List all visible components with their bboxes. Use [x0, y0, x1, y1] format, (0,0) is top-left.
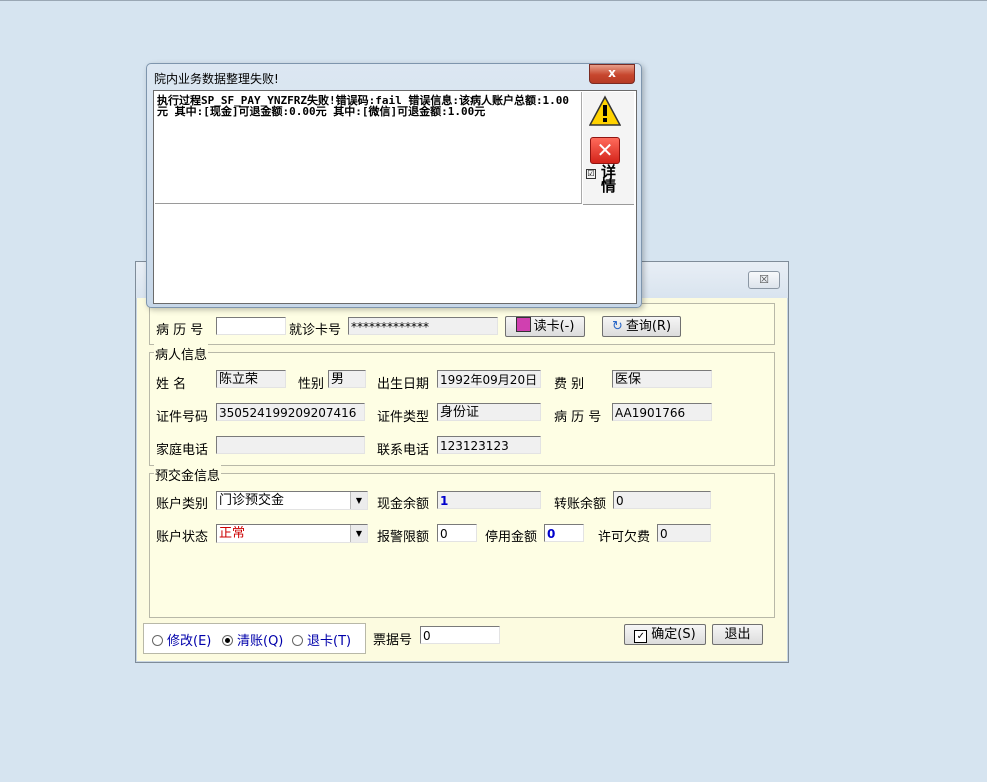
error-dialog-close-button[interactable]: x [589, 64, 635, 84]
radio-modify[interactable]: 修改(E) [152, 630, 211, 649]
card-reader-icon [515, 317, 531, 332]
record-field[interactable]: AA1901766 [612, 403, 712, 421]
contact-phone-label: 联系电话 [377, 443, 430, 458]
chevron-down-icon[interactable]: ▼ [350, 492, 367, 509]
refresh-icon: ↻ [611, 319, 623, 334]
frozen-amount-label: 停用金额 [485, 530, 538, 545]
transfer-balance-field[interactable]: 0 [613, 491, 711, 509]
account-type-value: 门诊预交金 [219, 493, 285, 508]
exit-button[interactable]: 退出 [712, 624, 763, 645]
detail-checkbox[interactable]: ☑ [586, 168, 596, 181]
patient-info-panel: 病人信息 姓 名 陈立荣 性别 男 出生日期 1992年09月20日 费 别 医… [149, 344, 775, 466]
check-icon: ✓ [634, 630, 648, 643]
detail-label: 详情 [601, 163, 617, 195]
warning-icon [589, 95, 621, 126]
home-phone-field[interactable] [216, 436, 365, 454]
birth-field[interactable]: 1992年09月20日 [437, 370, 541, 388]
error-message-text: 执行过程SP_SF_PAY_YNZFRZ失败!错误码:fail 错误信息:该病人… [155, 92, 582, 204]
account-type-label: 账户类别 [156, 497, 209, 512]
deposit-info-title: 预交金信息 [154, 465, 222, 484]
id-type-label: 证件类型 [377, 410, 430, 425]
contact-phone-field[interactable]: 123123123 [437, 436, 541, 454]
record-no-input[interactable] [216, 317, 286, 335]
id-no-field[interactable]: 350524199209207416 [216, 403, 365, 421]
ok-label: 确定(S) [651, 627, 696, 642]
account-dialog-close-button[interactable]: ☒ [748, 271, 780, 289]
alarm-limit-label: 报警限额 [377, 530, 430, 545]
radio-clear[interactable]: 清账(Q) [222, 630, 283, 649]
radio-return-dot [292, 635, 303, 646]
radio-modify-dot [152, 635, 163, 646]
card-no-label: 就诊卡号 [289, 323, 342, 338]
radio-modify-label: 修改(E) [167, 634, 212, 649]
read-card-label: 读卡(-) [533, 319, 575, 334]
error-dialog-title: 院内业务数据整理失败! [154, 72, 279, 86]
deposit-info-panel: 预交金信息 账户类别 门诊预交金 ▼ 现金余额 1 转账余额 0 账户状态 正常… [149, 465, 775, 618]
fee-type-field[interactable]: 医保 [612, 370, 712, 388]
account-type-select[interactable]: 门诊预交金 ▼ [216, 491, 368, 510]
radio-clear-label: 清账(Q) [237, 634, 284, 649]
alarm-limit-input[interactable]: 0 [437, 524, 477, 542]
ok-button[interactable]: ✓ 确定(S) [624, 624, 706, 645]
error-dialog: 院内业务数据整理失败! x 执行过程SP_SF_PAY_YNZFRZ失败!错误码… [146, 63, 642, 308]
account-status-label: 账户状态 [156, 530, 209, 545]
query-button[interactable]: ↻ 查询(R) [602, 316, 681, 337]
name-field[interactable]: 陈立荣 [216, 370, 286, 388]
birth-label: 出生日期 [377, 377, 430, 392]
card-no-input[interactable]: ************* [348, 317, 498, 335]
search-panel: 病 历 号 就诊卡号 ************* 读卡(-) ↻ 查询(R) [149, 303, 775, 345]
ticket-no-input[interactable]: 0 [420, 626, 500, 644]
patient-info-title: 病人信息 [154, 344, 209, 363]
fee-type-label: 费 别 [554, 377, 585, 392]
gender-label: 性别 [298, 377, 325, 392]
cash-balance-field[interactable]: 1 [437, 491, 541, 509]
detail-checkbox-mark: ☑ [586, 169, 596, 179]
overdraft-field[interactable]: 0 [657, 524, 711, 542]
frozen-amount-input[interactable]: 0 [544, 524, 584, 542]
id-type-field[interactable]: 身份证 [437, 403, 541, 421]
id-no-label: 证件号码 [156, 410, 209, 425]
error-dialog-body: 执行过程SP_SF_PAY_YNZFRZ失败!错误码:fail 错误信息:该病人… [153, 90, 637, 304]
name-label: 姓 名 [156, 377, 187, 392]
screen-top-border [0, 0, 987, 1]
chevron-down-icon[interactable]: ▼ [350, 525, 367, 542]
account-status-select[interactable]: 正常 ▼ [216, 524, 368, 543]
error-icon-panel: ✕ ☑ 详情 [583, 92, 634, 205]
record-no-label: 病 历 号 [156, 323, 204, 338]
error-detail-area [155, 205, 634, 301]
query-label: 查询(R) [625, 319, 672, 334]
gender-field[interactable]: 男 [328, 370, 366, 388]
account-dialog: ☒ 病 历 号 就诊卡号 ************* 读卡(-) ↻ 查询(R) … [135, 261, 789, 663]
ticket-no-label: 票据号 [373, 633, 413, 648]
radio-clear-dot [222, 635, 233, 646]
cash-balance-label: 现金余额 [377, 497, 430, 512]
overdraft-label: 许可欠费 [598, 530, 651, 545]
record-label: 病 历 号 [554, 410, 602, 425]
home-phone-label: 家庭电话 [156, 443, 209, 458]
read-card-button[interactable]: 读卡(-) [505, 316, 585, 337]
error-x-icon: ✕ [590, 137, 620, 164]
radio-return-label: 退卡(T) [307, 634, 352, 649]
operation-radio-group: 修改(E) 清账(Q) 退卡(T) [143, 623, 366, 654]
account-status-value: 正常 [219, 526, 246, 541]
transfer-balance-label: 转账余额 [554, 497, 607, 512]
radio-return[interactable]: 退卡(T) [292, 630, 351, 649]
